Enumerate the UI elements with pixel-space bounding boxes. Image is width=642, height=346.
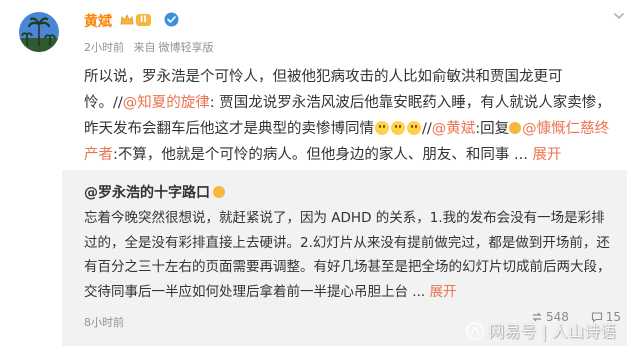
weibo-post-card: 黄斌 II 2小时前 来自 微博轻享版 所以说，罗永浩是个可怜人，但被他犯病攻击的…: [0, 0, 642, 346]
crown-icon: [120, 13, 134, 25]
repost-text: 忘着今晚突然很想说，就赶紧说了，因为 ADHD 的关系，1.我的发布会没有一场是…: [84, 210, 611, 300]
post-source[interactable]: 微博轻享版: [159, 41, 214, 54]
verified-icon: [509, 122, 522, 134]
verified-icon: [164, 12, 179, 27]
emoji-icon: [391, 121, 405, 135]
emoji-icon: [375, 121, 389, 135]
watermark: 网易号 | 人山诗语: [466, 318, 616, 342]
avatar[interactable]: [19, 12, 59, 52]
expand-link[interactable]: 展开: [429, 284, 456, 300]
mention-link[interactable]: @知夏的旋律: [123, 95, 210, 111]
watermark-text: 网易号 | 人山诗语: [488, 322, 616, 341]
netease-logo-icon: [466, 322, 485, 340]
mention-link[interactable]: @黄斌: [432, 121, 476, 137]
level-badge: II: [136, 14, 151, 26]
chevron-down-icon[interactable]: [612, 9, 626, 23]
repost-author-name[interactable]: @罗永浩的十字路口: [84, 185, 210, 201]
expand-link[interactable]: 展开: [532, 147, 561, 163]
source-prefix: 来自: [133, 41, 156, 54]
repost-body: 忘着今晚突然很想说，就赶紧说了，因为 ADHD 的关系，1.我的发布会没有一场是…: [84, 206, 612, 304]
body-text: :不算，他就是个可怜的病人。但他身边的家人、朋友、和同事 ...: [113, 147, 528, 163]
body-text: :回复: [475, 121, 510, 137]
emoji-icon: [407, 121, 421, 135]
verified-icon: [213, 186, 225, 198]
author-name[interactable]: 黄斌: [84, 11, 112, 31]
post-time[interactable]: 2小时前: [84, 41, 124, 54]
repost-author[interactable]: @罗永浩的十字路口: [84, 182, 225, 202]
post-meta: 2小时前 来自 微博轻享版: [84, 39, 220, 55]
body-text: //: [422, 121, 432, 137]
repost-time[interactable]: 8小时前: [84, 314, 124, 330]
post-body: 所以说，罗永浩是个可怜人，但被他犯病攻击的人比如俞敏洪和贾国龙更可怜。//@知夏…: [84, 64, 614, 168]
